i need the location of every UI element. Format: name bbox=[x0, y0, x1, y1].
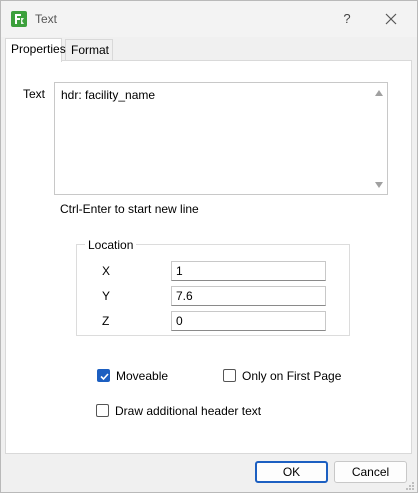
resize-grip-icon[interactable] bbox=[405, 481, 415, 491]
x-label: X bbox=[102, 264, 111, 278]
properties-panel: Text hdr: facility_name Ctrl-Enter to st… bbox=[5, 60, 412, 454]
z-label: Z bbox=[102, 314, 110, 328]
y-field[interactable]: 7.6 bbox=[171, 286, 326, 306]
window-title: Text bbox=[35, 12, 58, 26]
cancel-button[interactable]: Cancel bbox=[334, 461, 407, 483]
z-field[interactable]: 0 bbox=[171, 311, 326, 331]
draw-header-label: Draw additional header text bbox=[115, 404, 262, 418]
y-label: Y bbox=[102, 289, 111, 303]
location-group: Location X 1 Y 7.6 Z 0 bbox=[76, 238, 350, 336]
title-bar: Text ? bbox=[1, 1, 417, 37]
scroll-up-icon[interactable] bbox=[375, 90, 383, 96]
close-icon bbox=[385, 13, 397, 25]
close-button[interactable] bbox=[373, 7, 409, 31]
only-first-page-label: Only on First Page bbox=[242, 369, 342, 383]
text-scrollbar[interactable] bbox=[372, 83, 387, 194]
newline-hint: Ctrl-Enter to start new line bbox=[60, 202, 199, 216]
moveable-label: Moveable bbox=[116, 369, 169, 383]
tab-properties[interactable]: Properties bbox=[5, 38, 66, 62]
x-field[interactable]: 1 bbox=[171, 261, 326, 281]
location-legend: Location bbox=[85, 238, 137, 252]
text-dialog: Text ? Properties Format Text hdr: facil… bbox=[0, 0, 418, 493]
moveable-check-icon[interactable] bbox=[97, 369, 110, 382]
text-input-value: hdr: facility_name bbox=[61, 88, 156, 102]
help-button[interactable]: ? bbox=[333, 7, 361, 31]
text-label: Text bbox=[23, 87, 46, 101]
tab-format[interactable]: Format bbox=[65, 39, 113, 61]
app-logo-icon bbox=[11, 11, 27, 27]
scroll-down-icon[interactable] bbox=[375, 182, 383, 188]
draw-header-box[interactable] bbox=[96, 404, 109, 417]
ok-button[interactable]: OK bbox=[255, 461, 328, 483]
only-first-page-box[interactable] bbox=[223, 369, 236, 382]
text-input[interactable]: hdr: facility_name bbox=[54, 82, 388, 195]
